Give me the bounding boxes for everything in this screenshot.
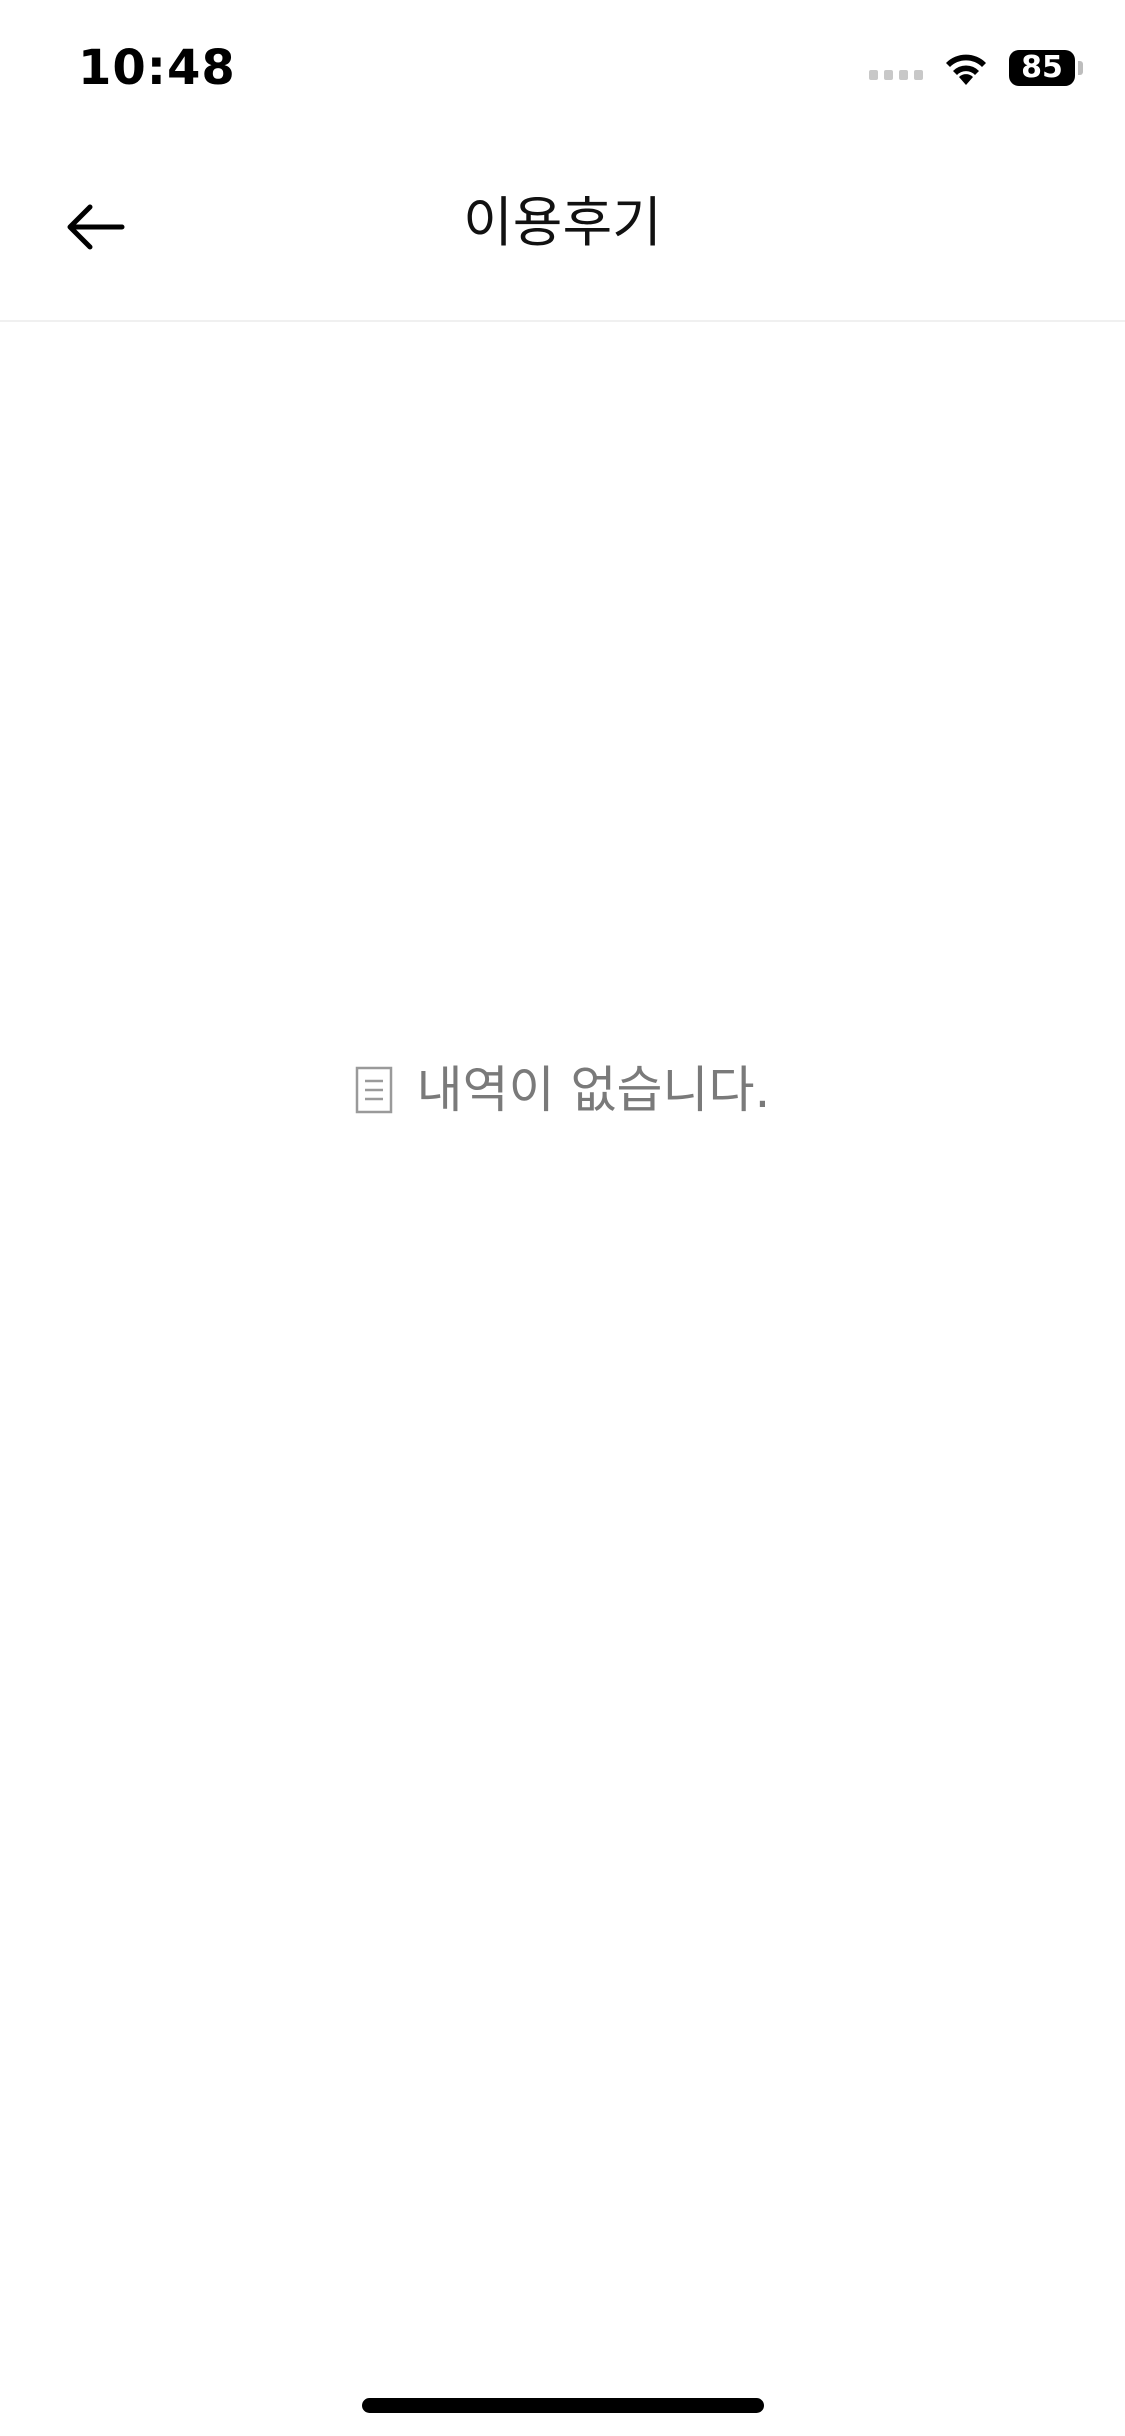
- wifi-icon: [943, 51, 989, 85]
- home-indicator[interactable]: [362, 2398, 764, 2413]
- page-title: 이용후기: [463, 191, 662, 254]
- battery-icon: 85: [1009, 50, 1083, 86]
- empty-message: 내역이 없습니다.: [416, 1061, 771, 1119]
- status-indicators: 85: [869, 46, 1083, 90]
- status-bar: 10:48 85: [0, 0, 1125, 132]
- app-header: 이용후기: [0, 132, 1125, 322]
- status-time: 10:48: [78, 40, 236, 96]
- empty-state: 내역이 없습니다.: [0, 1050, 1125, 1130]
- battery-level: 85: [1009, 50, 1075, 86]
- cellular-signal-icon: [869, 56, 923, 80]
- document-icon: [355, 1066, 393, 1114]
